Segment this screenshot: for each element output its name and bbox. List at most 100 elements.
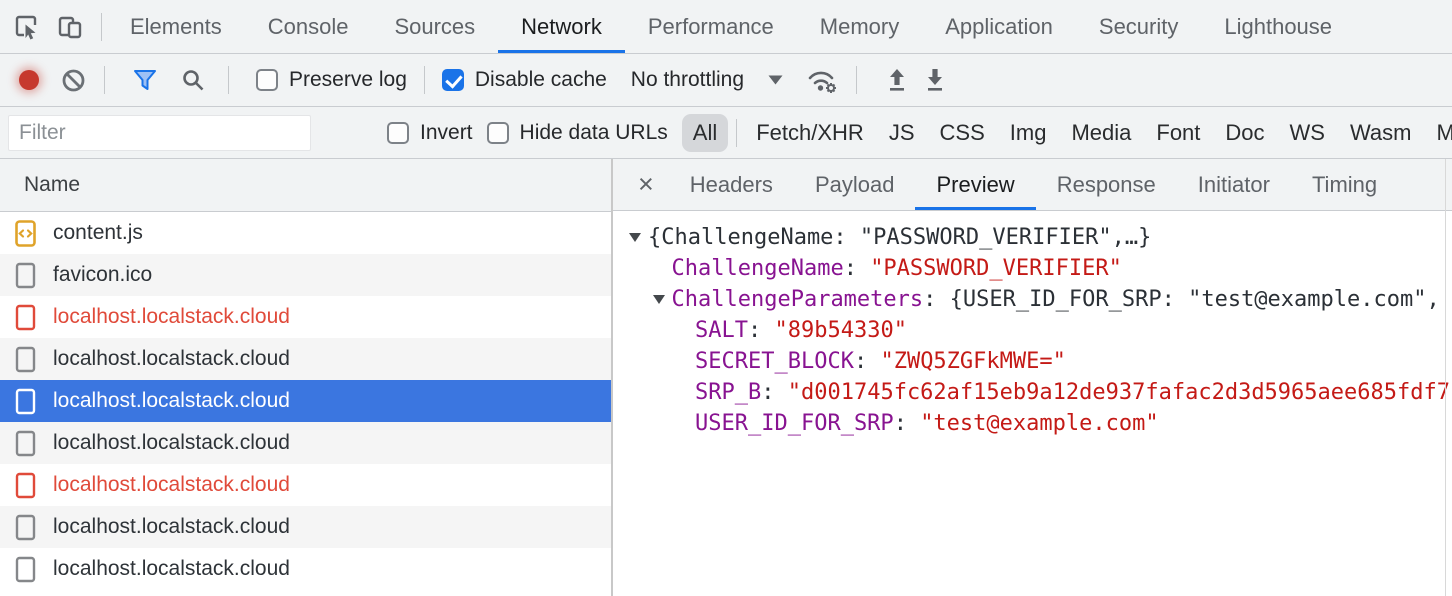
throttling-select[interactable]: No throttling: [633, 68, 783, 92]
json-key: ChallengeParameters: [672, 287, 924, 312]
divider: [736, 119, 737, 147]
json-key: SRP_B: [695, 380, 761, 405]
document-icon: [15, 388, 36, 415]
tree-node[interactable]: {ChallengeName: "PASSWORD_VERIFIER",…}: [613, 222, 1452, 253]
request-row[interactable]: localhost.localstack.cloud: [0, 548, 611, 590]
detail-tab-initiator[interactable]: Initiator: [1177, 159, 1291, 210]
tree-node[interactable]: SALT: "89b54330": [613, 315, 1452, 346]
document-icon: [15, 430, 36, 457]
request-type-filters: All Fetch/XHRJSCSSImgMediaFontDocWSWasmMa…: [682, 114, 1452, 152]
name-column-header[interactable]: Name: [0, 159, 611, 212]
request-row[interactable]: localhost.localstack.cloud: [0, 506, 611, 548]
filter-bar: Invert Hide data URLs All Fetch/XHRJSCSSI…: [0, 107, 1452, 159]
preserve-log-label: Preserve log: [289, 68, 407, 92]
request-name: localhost.localstack.cloud: [53, 473, 290, 497]
type-filter-font[interactable]: Font: [1145, 114, 1211, 152]
detail-tab-response[interactable]: Response: [1036, 159, 1177, 210]
json-key: SALT: [695, 318, 748, 343]
request-row[interactable]: favicon.ico: [0, 254, 611, 296]
scrollbar-track[interactable]: [1445, 159, 1446, 596]
request-row[interactable]: localhost.localstack.cloud: [0, 296, 611, 338]
divider: [228, 66, 229, 94]
request-row[interactable]: localhost.localstack.cloud: [0, 422, 611, 464]
device-toolbar-icon[interactable]: [56, 13, 84, 41]
document-icon: [15, 514, 36, 541]
json-string: "d001745fc62af15eb9a12de937fafac2d3d5965…: [788, 380, 1450, 405]
request-row[interactable]: localhost.localstack.cloud: [0, 464, 611, 506]
inspect-element-icon[interactable]: [12, 13, 40, 41]
disable-cache-checkbox[interactable]: [442, 69, 464, 91]
divider: [424, 66, 425, 94]
type-filter-css[interactable]: CSS: [929, 114, 996, 152]
expand-arrow-icon[interactable]: [629, 233, 641, 242]
detail-tab-payload[interactable]: Payload: [794, 159, 916, 210]
json-plain: {USER_ID_FOR_SRP: "test@example.com",: [950, 287, 1440, 312]
throttling-value: No throttling: [631, 68, 744, 92]
expand-arrow-icon[interactable]: [653, 295, 665, 304]
tree-node[interactable]: ChallengeParameters: {USER_ID_FOR_SRP: "…: [613, 284, 1452, 315]
document-icon: [15, 556, 36, 583]
type-filter-wasm[interactable]: Wasm: [1339, 114, 1423, 152]
tab-lighthouse[interactable]: Lighthouse: [1201, 0, 1355, 53]
tree-node[interactable]: USER_ID_FOR_SRP: "test@example.com": [613, 408, 1452, 439]
request-table: Name content.jsfavicon.icolocalhost.loca…: [0, 159, 613, 596]
tab-application[interactable]: Application: [922, 0, 1076, 53]
tree-node[interactable]: SECRET_BLOCK: "ZWQ5ZGFkMWE=": [613, 346, 1452, 377]
detail-tabbar: × HeadersPayloadPreviewResponseInitiator…: [613, 159, 1452, 211]
network-toolbar: Preserve log Disable cache No throttling: [0, 54, 1452, 107]
detail-tab-preview[interactable]: Preview: [915, 159, 1035, 210]
clear-icon[interactable]: [60, 67, 87, 94]
type-filter-js[interactable]: JS: [878, 114, 926, 152]
tab-security[interactable]: Security: [1076, 0, 1201, 53]
tab-elements[interactable]: Elements: [107, 0, 245, 53]
divider: [104, 66, 105, 94]
type-filter-manifest[interactable]: Manifest: [1426, 114, 1452, 152]
detail-tab-timing[interactable]: Timing: [1291, 159, 1398, 210]
request-name: localhost.localstack.cloud: [53, 347, 290, 371]
filter-funnel-icon[interactable]: [132, 67, 158, 93]
json-key: ChallengeName: [672, 256, 844, 281]
request-name: localhost.localstack.cloud: [53, 431, 290, 455]
document-icon: [15, 304, 36, 331]
request-name: content.js: [53, 221, 143, 245]
filter-input[interactable]: [8, 115, 311, 151]
type-filter-media[interactable]: Media: [1060, 114, 1142, 152]
request-row[interactable]: localhost.localstack.cloud: [0, 380, 611, 422]
json-string: "89b54330": [774, 318, 906, 343]
request-row[interactable]: localhost.localstack.cloud: [0, 338, 611, 380]
tab-sources[interactable]: Sources: [371, 0, 498, 53]
tab-memory[interactable]: Memory: [797, 0, 922, 53]
json-string: "PASSWORD_VERIFIER": [870, 256, 1122, 281]
tab-console[interactable]: Console: [245, 0, 372, 53]
network-conditions-icon[interactable]: [805, 65, 839, 95]
preserve-log-checkbox[interactable]: [256, 69, 278, 91]
type-filter-img[interactable]: Img: [999, 114, 1058, 152]
main-tabbar: ElementsConsoleSourcesNetworkPerformance…: [0, 0, 1452, 54]
json-plain: {ChallengeName: "PASSWORD_VERIFIER",…}: [648, 225, 1151, 250]
invert-group: Invert: [387, 121, 473, 145]
import-har-icon[interactable]: [884, 66, 910, 94]
record-icon[interactable]: [19, 70, 39, 90]
hide-data-urls-group: Hide data URLs: [487, 121, 668, 145]
request-detail-panel: × HeadersPayloadPreviewResponseInitiator…: [613, 159, 1452, 596]
detail-tab-headers[interactable]: Headers: [669, 159, 794, 210]
tab-performance[interactable]: Performance: [625, 0, 797, 53]
type-filter-doc[interactable]: Doc: [1214, 114, 1275, 152]
json-plain: :: [844, 256, 871, 281]
tree-node[interactable]: SRP_B: "d001745fc62af15eb9a12de937fafac2…: [613, 377, 1452, 408]
hide-data-urls-checkbox[interactable]: [487, 122, 509, 144]
type-filter-all[interactable]: All: [682, 114, 728, 152]
divider: [856, 66, 857, 94]
json-plain: :: [923, 287, 950, 312]
search-icon[interactable]: [180, 67, 206, 93]
type-filter-ws[interactable]: WS: [1279, 114, 1336, 152]
json-plain: :: [748, 318, 775, 343]
invert-checkbox[interactable]: [387, 122, 409, 144]
export-har-icon[interactable]: [922, 66, 948, 94]
request-row[interactable]: content.js: [0, 212, 611, 254]
document-icon: [15, 346, 36, 373]
tab-network[interactable]: Network: [498, 0, 625, 53]
close-icon[interactable]: ×: [623, 159, 669, 210]
tree-node[interactable]: ChallengeName: "PASSWORD_VERIFIER": [613, 253, 1452, 284]
type-filter-fetch-xhr[interactable]: Fetch/XHR: [745, 114, 875, 152]
